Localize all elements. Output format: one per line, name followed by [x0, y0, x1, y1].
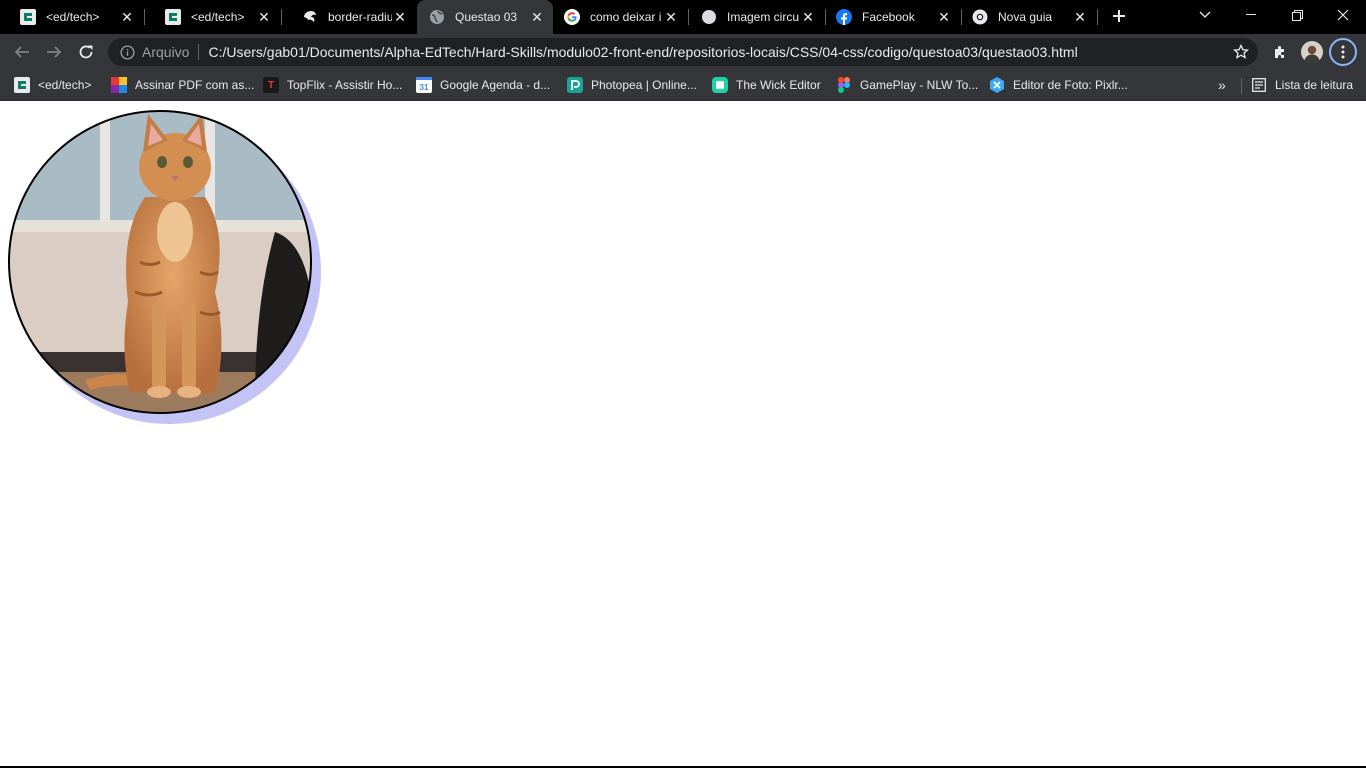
close-icon[interactable]: ✕ — [663, 9, 679, 25]
tab-nova-guia[interactable]: Nova guia ✕ — [962, 0, 1096, 34]
tab-facebook[interactable]: Facebook ✕ — [826, 0, 960, 34]
tab-title: <ed/tech> — [191, 10, 245, 24]
close-icon[interactable]: ✕ — [529, 9, 545, 25]
bookmark-label: The Wick Editor — [736, 78, 821, 92]
figma-icon — [836, 77, 852, 93]
reading-list-icon — [1251, 77, 1267, 93]
bookmarks-overflow-button[interactable]: » — [1218, 75, 1226, 95]
tab-edtech-2[interactable]: <ed/tech> ✕ — [145, 0, 280, 34]
tab-border-radius[interactable]: border-radius ✕ — [282, 0, 416, 34]
bookmark-star-icon[interactable] — [1232, 43, 1250, 61]
bookmark-gameplay[interactable]: GamePlay - NLW To... — [836, 75, 978, 95]
avatar — [1301, 41, 1323, 63]
forward-button[interactable] — [40, 38, 68, 66]
menu-button[interactable] — [1329, 38, 1357, 66]
info-icon[interactable] — [119, 44, 135, 60]
tab-google-search[interactable]: como deixar i ✕ — [554, 0, 687, 34]
close-icon[interactable]: ✕ — [800, 9, 816, 25]
arrow-left-icon — [14, 46, 29, 58]
toolbar: Arquivo C:/Users/gab01/Documents/Alpha-E… — [0, 34, 1366, 70]
reading-list-label: Lista de leitura — [1275, 78, 1354, 92]
new-tab-button[interactable] — [1108, 5, 1130, 27]
edtech-icon — [20, 9, 36, 25]
chevron-down-icon — [1199, 11, 1211, 18]
bookmark-label: TopFlix - Assistir Ho... — [287, 78, 403, 92]
edtech-icon — [14, 77, 30, 93]
bookmarks-divider — [1241, 78, 1242, 94]
bookmark-label: <ed/tech> — [38, 78, 92, 92]
omnibox-divider — [198, 44, 200, 60]
tab-title: <ed/tech> — [46, 10, 100, 24]
puzzle-icon — [1275, 46, 1284, 58]
bookmark-pixlr[interactable]: Editor de Foto: Pixlr... — [989, 75, 1128, 95]
plus-icon — [1113, 10, 1125, 22]
url-text[interactable]: C:/Users/gab01/Documents/Alpha-EdTech/Ha… — [208, 44, 1077, 60]
kitten-image — [9, 111, 311, 413]
bookmark-label: GamePlay - NLW To... — [860, 78, 979, 92]
pdf-icon — [111, 77, 127, 93]
tab-strip: <ed/tech> ✕ <ed/tech> ✕ border-radius ✕ … — [0, 0, 1366, 34]
bookmark-label: Assinar PDF com as... — [135, 78, 255, 92]
tab-questao-03[interactable]: Questao 03 ✕ — [417, 0, 553, 34]
page-content — [0, 102, 1366, 766]
bookmarks-bar: <ed/tech> Assinar PDF com as... T TopFli… — [0, 70, 1366, 101]
close-icon — [1337, 9, 1349, 21]
profile-button[interactable] — [1298, 38, 1326, 66]
reading-list-button[interactable]: Lista de leitura — [1251, 75, 1353, 95]
bookmark-wick-editor[interactable]: The Wick Editor — [712, 75, 821, 95]
close-icon[interactable]: ✕ — [119, 9, 135, 25]
close-icon[interactable]: ✕ — [256, 9, 272, 25]
tab-title: Questao 03 — [455, 10, 518, 24]
bookmark-label: Editor de Foto: Pixlr... — [1013, 78, 1128, 92]
bookmark-photopea[interactable]: Photopea | Online... — [567, 75, 697, 95]
reload-button[interactable] — [72, 38, 100, 66]
restore-button[interactable] — [1274, 0, 1320, 30]
tab-imagem-circular[interactable]: Imagem circu ✕ — [689, 0, 824, 34]
page-icon — [701, 9, 717, 25]
bookmark-label: Google Agenda - d... — [440, 78, 551, 92]
extensions-button[interactable] — [1266, 38, 1294, 66]
tab-title: Nova guia — [998, 10, 1053, 24]
reload-icon — [79, 45, 93, 59]
tab-edtech-1[interactable]: <ed/tech> ✕ — [0, 0, 143, 34]
tab-divider — [1097, 9, 1098, 25]
facebook-icon — [836, 9, 852, 25]
back-button[interactable] — [8, 38, 36, 66]
google-icon — [564, 9, 580, 25]
edtech-icon — [165, 9, 181, 25]
kebab-menu-icon — [1341, 45, 1345, 59]
close-icon[interactable]: ✕ — [936, 9, 952, 25]
bookmark-topflix[interactable]: T TopFlix - Assistir Ho... — [263, 75, 402, 95]
close-icon[interactable]: ✕ — [392, 9, 408, 25]
close-icon[interactable]: ✕ — [1072, 9, 1088, 25]
tab-search-button[interactable] — [1182, 0, 1228, 30]
bookmark-label: Photopea | Online... — [591, 78, 697, 92]
minimize-icon — [1246, 14, 1256, 15]
security-label[interactable]: Arquivo — [142, 44, 189, 60]
double-chevron-right-icon: » — [1218, 77, 1226, 93]
chrome-icon — [972, 9, 988, 25]
address-bar[interactable]: Arquivo C:/Users/gab01/Documents/Alpha-E… — [108, 38, 1258, 66]
bookmark-assinar-pdf[interactable]: Assinar PDF com as... — [111, 75, 254, 95]
svg-text:31: 31 — [420, 83, 429, 92]
pixlr-icon — [989, 77, 1005, 93]
calendar-icon: 31 — [416, 77, 432, 93]
bookmark-google-agenda[interactable]: 31 Google Agenda - d... — [416, 75, 550, 95]
tab-title: border-radius — [328, 10, 392, 24]
tab-title: Facebook — [862, 10, 915, 24]
photopea-icon — [567, 77, 583, 93]
arrow-right-icon — [47, 46, 62, 58]
close-window-button[interactable] — [1320, 0, 1366, 30]
tab-title: como deixar i — [590, 10, 662, 24]
globe-icon — [429, 9, 445, 25]
tab-title: Imagem circu — [727, 10, 800, 24]
bookmark-edtech[interactable]: <ed/tech> — [14, 75, 91, 95]
restore-icon — [1291, 9, 1303, 21]
topflix-icon: T — [263, 77, 279, 93]
minimize-button[interactable] — [1228, 0, 1274, 30]
mdn-icon — [302, 9, 318, 25]
wick-icon — [712, 77, 728, 93]
kitten-photo — [8, 110, 321, 424]
